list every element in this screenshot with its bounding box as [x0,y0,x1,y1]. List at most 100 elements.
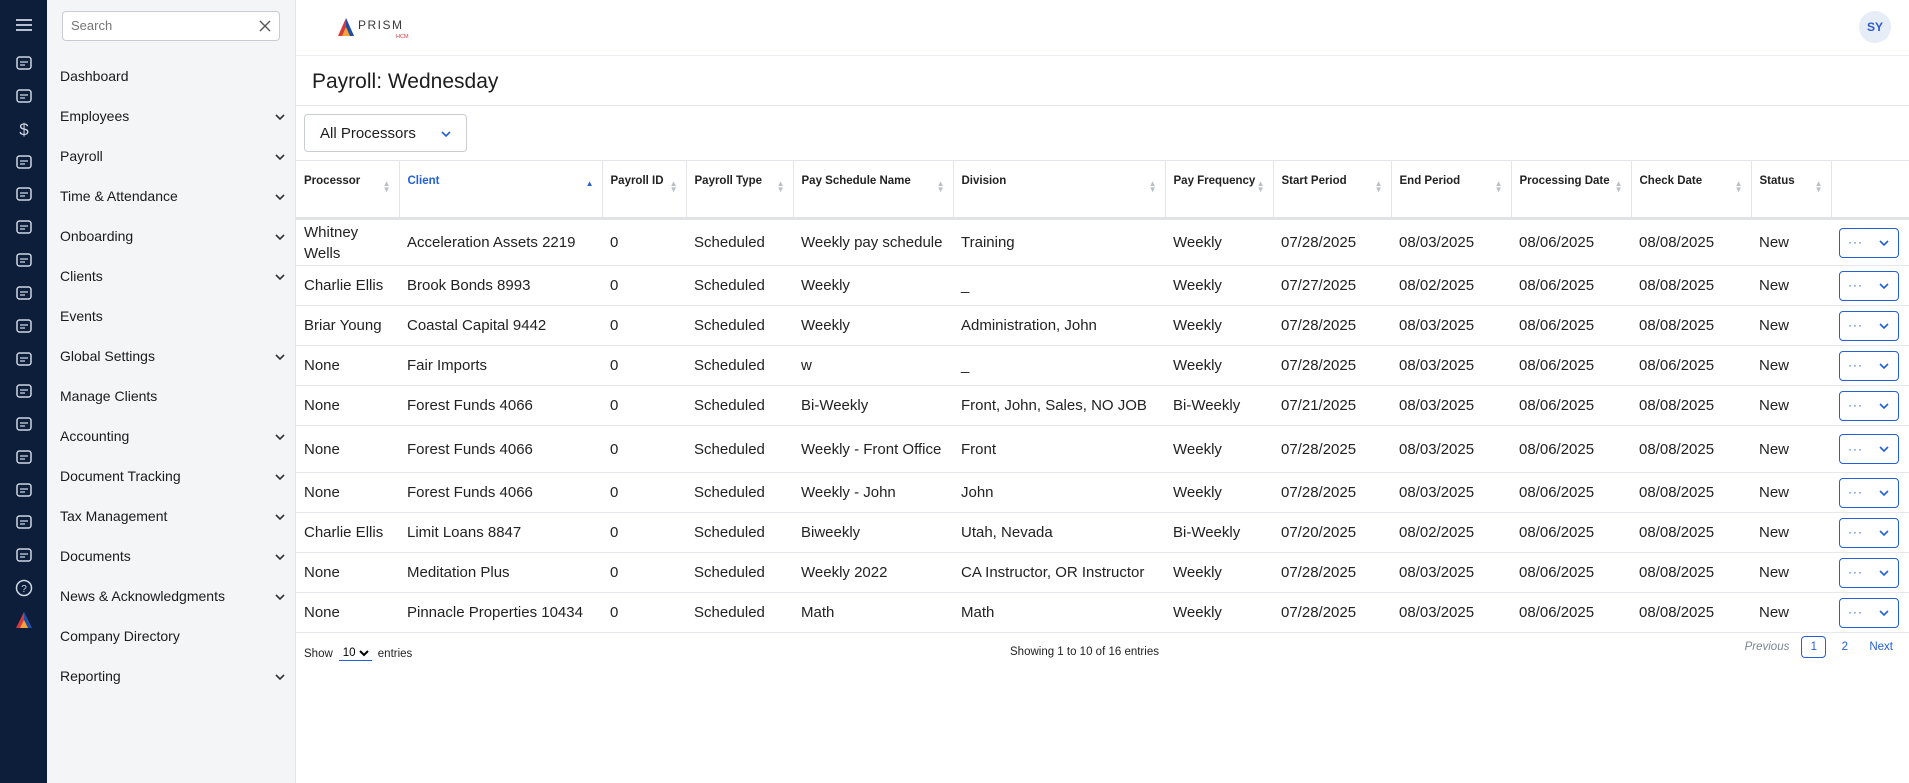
prism-logo-icon[interactable] [8,604,39,635]
table-cell: 0 [602,512,686,553]
sidebar-item-manage-clients[interactable]: Manage Clients [47,376,296,416]
table-row[interactable]: Briar Young Coastal Capital 9442 0 Schedule… [296,305,1909,346]
reporting-icon[interactable] [8,539,39,570]
table-cell: 08/08/2025 [1631,425,1751,473]
table-row[interactable]: None Forest Funds 4066 0 Scheduled Weekly - … [296,425,1909,473]
table-row[interactable]: None Forest Funds 4066 0 Scheduled Bi-Weekly… [296,385,1909,426]
sidebar-item-label: Dashboard [60,68,129,84]
document-tracking-icon[interactable] [8,375,39,406]
column-header-processor[interactable]: Processor ▲ ▼ [296,160,400,220]
clients-icon[interactable] [8,211,39,242]
table-row[interactable]: None Forest Funds 4066 0 Scheduled Weekly - … [296,472,1909,513]
sidebar-item-global-settings[interactable]: Global Settings [47,336,296,376]
news-icon[interactable] [8,474,39,505]
sidebar-item-company-directory[interactable]: Company Directory [47,616,296,656]
search-box[interactable] [62,11,280,41]
sort-icon: ▲ ▼ [1734,179,1743,194]
company-directory-icon[interactable] [8,506,39,537]
menu-icon[interactable] [8,9,39,40]
column-header-payroll-id[interactable]: Payroll ID ▲ ▼ [602,160,687,220]
sidebar-item-tax-management[interactable]: Tax Management [47,496,296,536]
dashboard-gauge-icon[interactable] [8,47,39,78]
row-actions-button[interactable]: ··· [1839,477,1899,508]
row-actions-button[interactable]: ··· [1839,270,1899,301]
employees-icon[interactable] [8,80,39,111]
help-icon[interactable]: ? [8,572,39,603]
row-actions-button[interactable]: ··· [1839,597,1899,628]
table-cell: 08/03/2025 [1391,385,1511,426]
table-row[interactable]: Charlie Ellis Brook Bonds 8993 0 Scheduled W… [296,265,1909,306]
column-header-client[interactable]: Client ▲ [399,160,603,220]
column-header-payroll-type[interactable]: Payroll Type ▲ ▼ [686,160,794,220]
sidebar-item-employees[interactable]: Employees [47,96,296,136]
manage-clients-icon[interactable] [8,310,39,341]
prism-hcm-logo[interactable]: PRISM HCM [336,14,411,40]
column-header-end-period[interactable]: End Period ▲ ▼ [1391,160,1512,220]
clear-search-icon[interactable] [259,20,271,32]
accounting-calculator-icon[interactable] [8,343,39,374]
row-actions-button[interactable]: ··· [1839,310,1899,341]
table-cell: New [1751,218,1831,266]
row-actions-button[interactable]: ··· [1839,517,1899,548]
sidebar-item-reporting[interactable]: Reporting [47,656,296,696]
sort-icon: ▲ ▼ [936,179,945,194]
events-calendar-icon[interactable] [8,244,39,275]
processor-filter-dropdown[interactable]: All Processors [304,114,467,152]
column-header-status[interactable]: Status ▲ ▼ [1751,160,1832,220]
chevron-down-icon [1879,489,1889,496]
table-cell: Scheduled [686,425,793,473]
column-header-pay-frequency[interactable]: Pay Frequency ▲ ▼ [1165,160,1274,220]
time-clock-icon[interactable] [8,146,39,177]
sidebar-item-accounting[interactable]: Accounting [47,416,296,456]
table-cell: Fair Imports [399,345,602,386]
tax-management-icon[interactable] [8,408,39,439]
table-row[interactable]: None Fair Imports 0 Scheduled w _ Weekly 07/28/… [296,345,1909,386]
table-row[interactable]: None Meditation Plus 0 Scheduled Weekly 2022… [296,552,1909,593]
table-cell: None [296,552,399,593]
table-cell: 0 [602,305,686,346]
row-actions-button[interactable]: ··· [1839,350,1899,381]
chevron-down-icon [1879,569,1889,576]
page-size-select[interactable]: 10 [338,646,372,661]
column-header-start-period[interactable]: Start Period ▲ ▼ [1273,160,1392,220]
sidebar-item-documents[interactable]: Documents [47,536,296,576]
column-header-check-date[interactable]: Check Date ▲ ▼ [1631,160,1752,220]
page-number-link[interactable]: 2 [1832,636,1857,658]
table-cell: Biweekly [793,512,953,553]
documents-folder-icon[interactable] [8,441,39,472]
page-number-link[interactable]: 1 [1801,636,1827,658]
search-input[interactable] [71,18,251,33]
sidebar-item-events[interactable]: Events [47,296,296,336]
sidebar-item-clients[interactable]: Clients [47,256,296,296]
user-avatar[interactable]: SY [1859,11,1891,43]
row-actions-button[interactable]: ··· [1839,390,1899,421]
column-header-label: Payroll Type [694,175,763,187]
table-cell: New [1751,425,1831,473]
column-header-label: Division [961,175,1007,187]
table-row[interactable]: Charlie Ellis Limit Loans 8847 0 Scheduled B… [296,512,1909,553]
row-actions-button[interactable]: ··· [1839,227,1899,258]
column-header-pay-schedule-name[interactable]: Pay Schedule Name ▲ ▼ [793,160,954,220]
next-page-link[interactable]: Next [1865,641,1897,653]
icon-rail: $? [0,0,47,783]
sort-ascending-icon: ▲ [585,179,594,188]
table-row[interactable]: None Pinnacle Properties 10434 0 Scheduled M… [296,592,1909,633]
global-settings-icon[interactable] [8,277,39,308]
row-actions-button[interactable]: ··· [1839,434,1899,464]
column-header-processing-date[interactable]: Processing Date ▲ ▼ [1511,160,1632,220]
sidebar-item-dashboard[interactable]: Dashboard [47,56,296,96]
sidebar-item-news-acknowledgments[interactable]: News & Acknowledgments [47,576,296,616]
column-header-division[interactable]: Division ▲ ▼ [953,160,1166,220]
sidebar-item-document-tracking[interactable]: Document Tracking [47,456,296,496]
previous-page-link[interactable]: Previous [1741,641,1794,653]
sidebar-item-payroll[interactable]: Payroll [47,136,296,176]
table-cell: 07/28/2025 [1273,472,1391,513]
sidebar-item-time-attendance[interactable]: Time & Attendance [47,176,296,216]
onboarding-icon[interactable] [8,178,39,209]
column-header-label: Payroll ID [610,175,664,187]
table-cell: None [296,425,399,473]
row-actions-button[interactable]: ··· [1839,557,1899,588]
payroll-dollar-icon[interactable]: $ [8,113,39,144]
sidebar-item-onboarding[interactable]: Onboarding [47,216,296,256]
table-row[interactable]: Whitney Wells Acceleration Assets 2219 0 Sc… [296,218,1909,266]
